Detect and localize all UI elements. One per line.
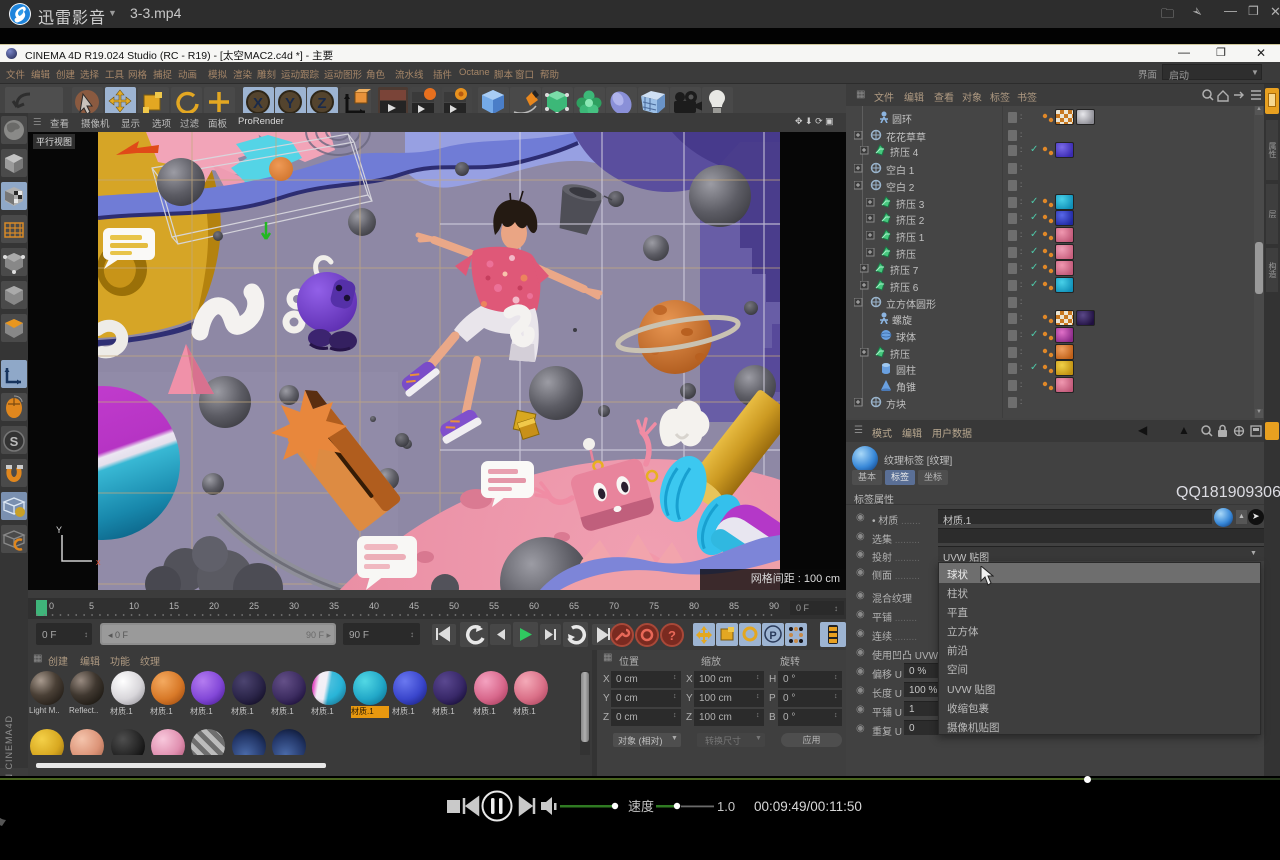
svg-text:0 F: 0 F [796, 603, 810, 613]
svg-text:?: ? [668, 628, 676, 643]
svg-text:0: 0 [49, 601, 54, 611]
svg-text:70: 70 [609, 601, 619, 611]
svg-text:55: 55 [489, 601, 499, 611]
svg-text:速度: 速度 [628, 799, 654, 814]
svg-text:45: 45 [409, 601, 419, 611]
svg-text:50: 50 [449, 601, 459, 611]
svg-text:0 F: 0 F [42, 630, 56, 641]
svg-text:S: S [10, 434, 19, 449]
svg-text:Y: Y [56, 525, 62, 535]
svg-text:↕: ↕ [410, 630, 414, 639]
svg-text:65: 65 [569, 601, 579, 611]
svg-text:↕: ↕ [834, 604, 838, 613]
svg-text:75: 75 [649, 601, 659, 611]
svg-text:35: 35 [329, 601, 339, 611]
svg-text:15: 15 [169, 601, 179, 611]
svg-text:P: P [769, 630, 776, 642]
svg-text:10: 10 [129, 601, 139, 611]
svg-text:25: 25 [249, 601, 259, 611]
svg-text:60: 60 [529, 601, 539, 611]
svg-text:x: x [96, 557, 101, 567]
svg-text:◂ 0 F: ◂ 0 F [108, 630, 129, 640]
svg-text:Y: Y [285, 95, 295, 112]
svg-text:90 F ▸: 90 F ▸ [306, 630, 332, 640]
svg-text:30: 30 [289, 601, 299, 611]
svg-text:Z: Z [317, 95, 326, 112]
svg-text:↕: ↕ [84, 630, 88, 639]
svg-text:1.0: 1.0 [717, 799, 735, 814]
svg-text:80: 80 [689, 601, 699, 611]
svg-text:90: 90 [769, 601, 779, 611]
svg-text:40: 40 [369, 601, 379, 611]
svg-text:5: 5 [89, 601, 94, 611]
svg-text:90 F: 90 F [349, 630, 369, 641]
svg-text:X: X [253, 95, 263, 112]
svg-text:00:09:49/00:11:50: 00:09:49/00:11:50 [754, 799, 862, 814]
svg-text:20: 20 [209, 601, 219, 611]
svg-text:85: 85 [729, 601, 739, 611]
